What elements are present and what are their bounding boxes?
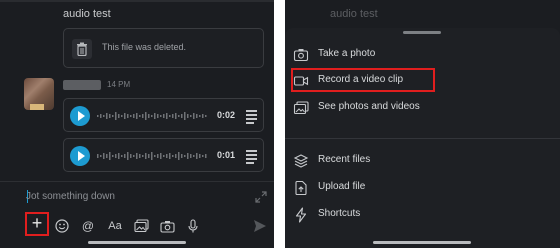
audio-duration: 0:01 xyxy=(217,150,236,160)
microphone-icon[interactable] xyxy=(184,217,202,235)
waveform[interactable] xyxy=(97,110,209,122)
menu-item-label: Recent files xyxy=(318,154,371,165)
menu-item-label: Shortcuts xyxy=(318,208,361,219)
menu-item-label: Take a photo xyxy=(318,48,376,59)
play-icon[interactable] xyxy=(70,146,90,166)
gallery-icon xyxy=(293,101,309,115)
camera-icon xyxy=(293,49,309,62)
mention-icon[interactable]: @ xyxy=(79,217,97,235)
audio-duration: 0:02 xyxy=(217,110,236,120)
trash-icon xyxy=(72,39,92,59)
chat-panel: audio test This file was deleted. 14 PM … xyxy=(0,0,274,248)
sheet-grabber[interactable] xyxy=(403,31,441,34)
message-text-dimmed: audio test xyxy=(330,8,378,20)
menu-item-shortcuts[interactable]: Shortcuts xyxy=(285,204,560,226)
lightning-icon xyxy=(295,207,307,223)
audio-clip: 0:02 xyxy=(63,98,264,132)
menu-item-label: Upload file xyxy=(318,181,366,192)
attachment-panel: audio test Take a photo Record a video c… xyxy=(285,0,560,248)
composer-divider xyxy=(0,181,274,182)
menu-item-take-photo[interactable]: Take a photo xyxy=(285,44,560,66)
home-indicator xyxy=(373,241,471,244)
plus-icon: + xyxy=(31,213,43,233)
message-input[interactable]: Jot something down xyxy=(26,191,115,202)
top-divider xyxy=(0,0,274,2)
attachment-sheet: Take a photo Record a video clip See pho… xyxy=(285,28,560,248)
menu-item-recent-files[interactable]: Recent files xyxy=(285,150,560,172)
play-icon[interactable] xyxy=(70,106,90,126)
plus-button[interactable]: + xyxy=(25,212,49,236)
menu-item-upload-file[interactable]: Upload file xyxy=(285,177,560,199)
upload-icon xyxy=(295,180,307,196)
deleted-file-label: This file was deleted. xyxy=(102,42,187,52)
emoji-icon[interactable] xyxy=(53,217,71,235)
avatar[interactable] xyxy=(24,78,54,110)
camera-icon[interactable] xyxy=(158,217,176,235)
stack-icon xyxy=(293,154,309,168)
audio-clip: 0:01 xyxy=(63,138,264,172)
menu-item-label: See photos and videos xyxy=(318,101,420,112)
username-redacted[interactable] xyxy=(63,80,101,90)
home-indicator xyxy=(88,241,186,244)
waveform[interactable] xyxy=(97,150,209,162)
message-text: audio test xyxy=(63,8,111,20)
menu-divider xyxy=(285,138,560,139)
gallery-icon[interactable] xyxy=(132,217,150,235)
message-timestamp: 14 PM xyxy=(107,80,131,89)
deleted-file-card: This file was deleted. xyxy=(63,28,264,68)
transcript-icon[interactable] xyxy=(246,150,257,164)
menu-item-see-photos[interactable]: See photos and videos xyxy=(285,97,560,119)
text-format-icon[interactable]: Aa xyxy=(105,217,125,235)
send-icon[interactable] xyxy=(253,219,267,233)
transcript-icon[interactable] xyxy=(246,110,257,124)
highlight-box xyxy=(291,68,435,92)
expand-icon[interactable] xyxy=(255,191,267,203)
